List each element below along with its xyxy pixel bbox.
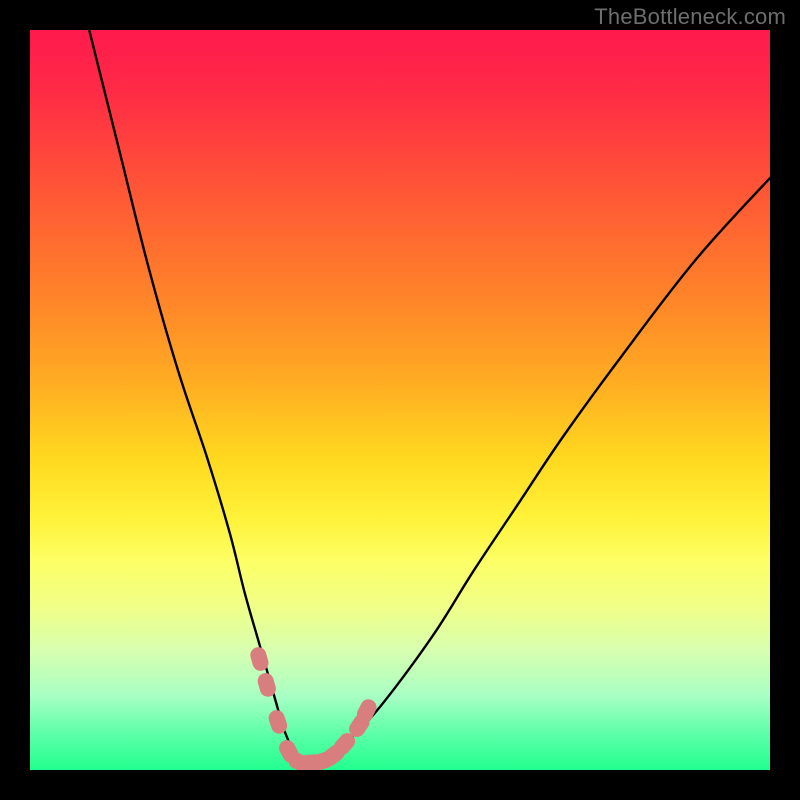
- bottleneck-curve: [89, 30, 770, 764]
- marker-group: [248, 645, 379, 770]
- plot-area: [30, 30, 770, 770]
- curve-svg: [30, 30, 770, 770]
- chart-frame: TheBottleneck.com: [0, 0, 800, 800]
- watermark-text: TheBottleneck.com: [594, 4, 786, 30]
